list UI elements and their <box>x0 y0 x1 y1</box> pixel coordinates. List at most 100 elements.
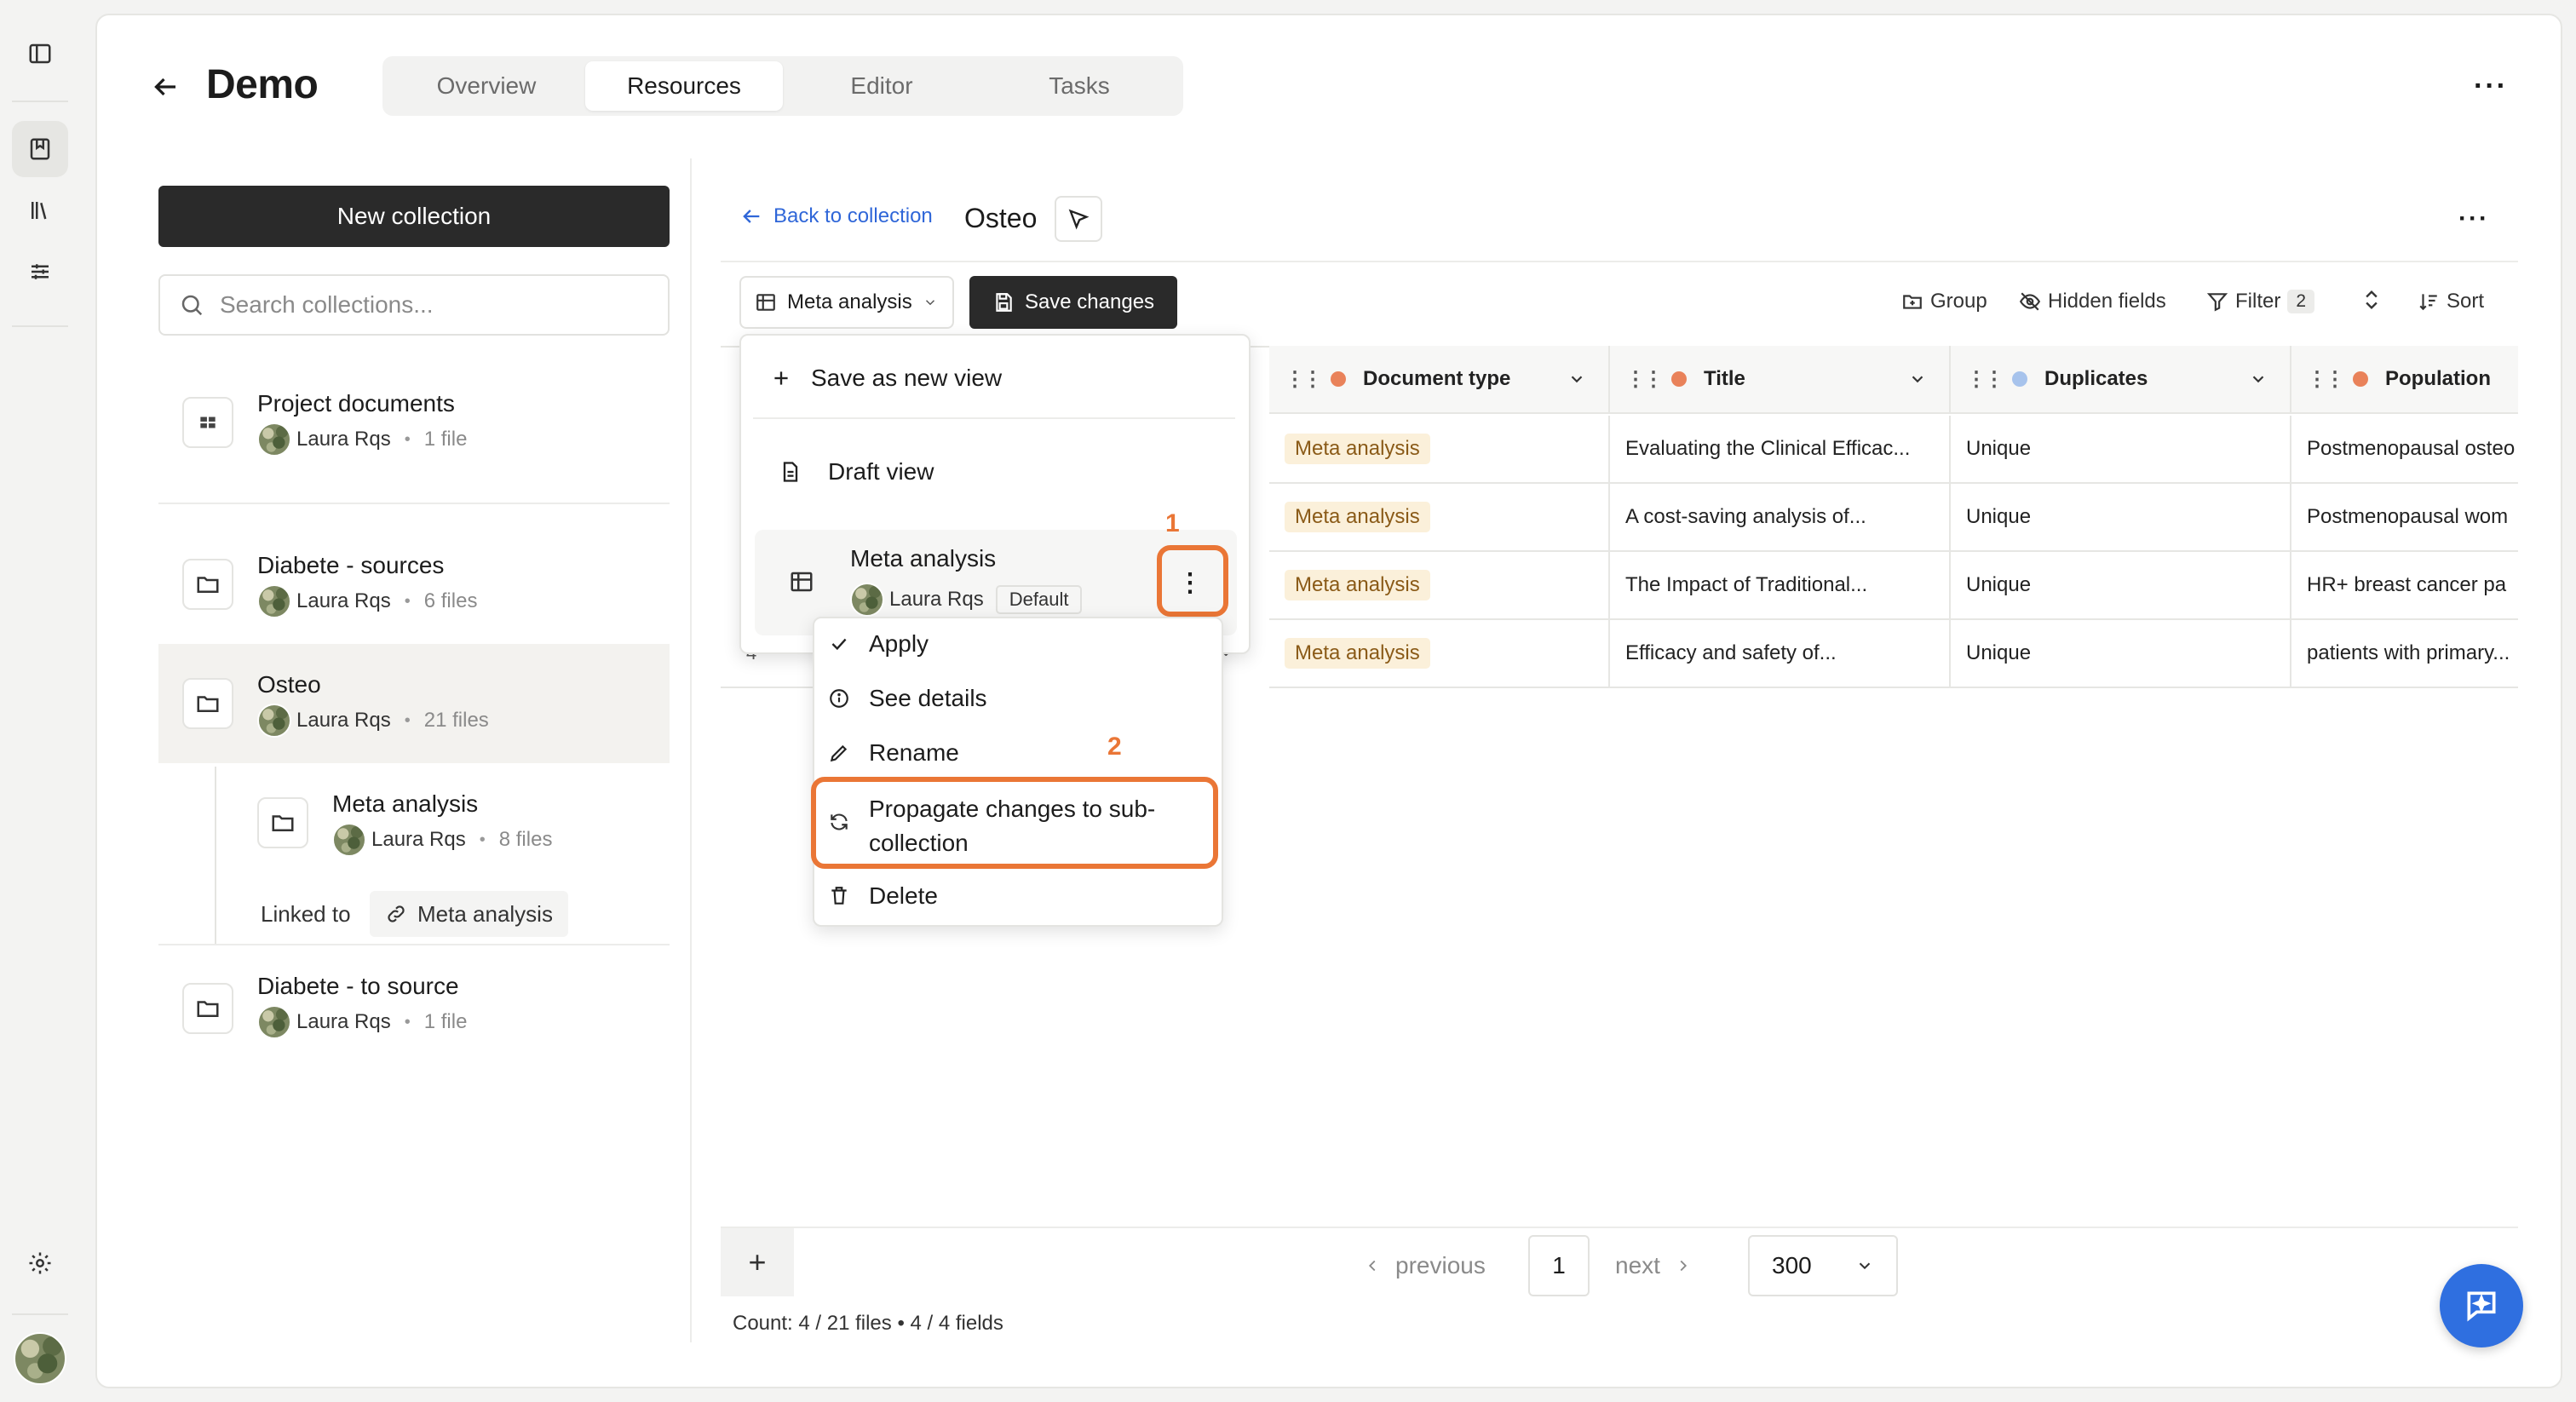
column-color-dot <box>1671 371 1687 387</box>
cell-duplicates[interactable]: Unique <box>1951 620 2291 688</box>
previous-page-button[interactable]: previous <box>1363 1252 1486 1279</box>
search-collections[interactable]: Search collections... <box>158 274 670 336</box>
linked-collection-chip[interactable]: Meta analysis <box>370 891 568 937</box>
see-details-item[interactable]: See details <box>828 685 987 712</box>
column-header-population[interactable]: ⋮⋮ Population <box>2291 346 2518 414</box>
back-arrow-icon[interactable] <box>150 72 181 102</box>
panel-divider <box>690 158 692 1342</box>
collection-diabete-sources[interactable]: Diabete - sources Laura Rqs • 6 files <box>158 537 670 639</box>
user-avatar[interactable] <box>14 1332 66 1385</box>
more-options-icon[interactable]: ··· <box>2474 70 2508 103</box>
cell-document-type[interactable]: Meta analysis <box>1269 620 1610 688</box>
column-header-title[interactable]: ⋮⋮ Title <box>1610 346 1951 414</box>
delete-item[interactable]: Delete <box>828 882 938 910</box>
cell-title[interactable]: The Impact of Traditional... <box>1610 552 1951 620</box>
folder-icon <box>182 983 233 1034</box>
cell-document-type[interactable]: Meta analysis <box>1269 484 1610 552</box>
add-row-button[interactable]: + <box>721 1228 794 1296</box>
tab-tasks[interactable]: Tasks <box>980 61 1178 111</box>
collection-title: Osteo <box>964 203 1038 233</box>
tab-editor[interactable]: Editor <box>783 61 980 111</box>
trash-icon <box>828 885 862 907</box>
search-placeholder: Search collections... <box>220 291 434 318</box>
save-as-new-view-item[interactable]: Save as new view <box>770 365 1002 392</box>
cell-title[interactable]: A cost-saving analysis of... <box>1610 484 1951 552</box>
sort-button[interactable]: Sort <box>2418 290 2484 313</box>
tab-resources[interactable]: Resources <box>585 61 783 111</box>
folder-icon <box>182 678 233 729</box>
collection-meta: Laura Rqs • 8 files <box>332 823 552 857</box>
gear-icon[interactable] <box>12 1235 68 1291</box>
filter-icon <box>2206 290 2228 313</box>
avatar <box>332 823 366 857</box>
annotation-box-2 <box>811 777 1218 869</box>
library-nav-icon[interactable] <box>12 182 68 238</box>
filter-button[interactable]: Filter 2 <box>2206 290 2315 313</box>
group-button[interactable]: Group <box>1901 290 1987 313</box>
cell-document-type[interactable]: Meta analysis <box>1269 552 1610 620</box>
collection-osteo[interactable]: Osteo Laura Rqs • 21 files <box>158 656 670 758</box>
view-name: Meta analysis <box>850 545 997 572</box>
next-page-button[interactable]: next <box>1615 1252 1693 1279</box>
draft-view-item[interactable]: Draft view <box>779 458 934 486</box>
rename-item[interactable]: Rename <box>828 739 959 767</box>
default-badge: Default <box>995 585 1083 614</box>
document-type-tag: Meta analysis <box>1285 570 1430 600</box>
tab-overview[interactable]: Overview <box>388 61 585 111</box>
collection-project-documents[interactable]: Project documents Laura Rqs • 1 file <box>158 375 670 503</box>
page-size-select[interactable]: 300 <box>1748 1235 1898 1296</box>
apply-item[interactable]: Apply <box>828 630 929 658</box>
sub-collection-meta-analysis[interactable]: Meta analysis Laura Rqs • 8 files <box>232 775 670 877</box>
column-header-document-type[interactable]: ⋮⋮ Document type <box>1269 346 1610 414</box>
annotation-number-1: 1 <box>1165 509 1180 537</box>
check-icon <box>828 633 862 655</box>
sidebar-toggle-icon[interactable] <box>12 26 68 82</box>
link-icon <box>385 903 407 925</box>
collection-meta: Laura Rqs • 6 files <box>257 584 477 618</box>
folder-icon <box>257 797 308 848</box>
view-select[interactable]: Meta analysis <box>739 276 954 329</box>
table-icon <box>789 569 814 595</box>
expand-rows-icon[interactable] <box>2360 288 2383 312</box>
chevron-right-icon <box>1674 1256 1693 1275</box>
cell-duplicates[interactable]: Unique <box>1951 484 2291 552</box>
cell-document-type[interactable]: Meta analysis <box>1269 416 1610 484</box>
navigate-icon[interactable] <box>1055 196 1102 242</box>
panel-more-icon[interactable]: ··· <box>2458 204 2489 233</box>
cell-duplicates[interactable]: Unique <box>1951 552 2291 620</box>
collection-name: Diabete - to source <box>257 973 459 999</box>
chevron-down-icon <box>1567 370 1586 388</box>
new-collection-button[interactable]: New collection <box>158 186 670 247</box>
settings-sliders-icon[interactable] <box>12 244 68 300</box>
cell-population[interactable]: Postmenopausal wom <box>2291 484 2518 552</box>
table-icon <box>755 291 777 313</box>
resources-nav-icon[interactable] <box>12 121 68 177</box>
view-owner: Laura Rqs Default <box>850 583 1083 617</box>
cell-title[interactable]: Efficacy and safety of... <box>1610 620 1951 688</box>
cell-title[interactable]: Evaluating the Clinical Efficac... <box>1610 416 1951 484</box>
hidden-fields-button[interactable]: Hidden fields <box>2019 290 2166 313</box>
column-header-duplicates[interactable]: ⋮⋮ Duplicates <box>1951 346 2291 414</box>
search-icon <box>179 292 204 318</box>
cell-duplicates[interactable]: Unique <box>1951 416 2291 484</box>
folder-plus-icon <box>1901 290 1923 313</box>
view-context-menu <box>813 617 1223 927</box>
back-to-collection-link[interactable]: Back to collection <box>739 204 933 228</box>
collection-diabete-to-source[interactable]: Diabete - to source Laura Rqs • 1 file <box>158 961 670 1063</box>
count-summary: Count: 4 / 21 files • 4 / 4 fields <box>733 1312 1003 1335</box>
save-changes-button[interactable]: Save changes <box>969 276 1177 329</box>
cell-population[interactable]: Postmenopausal osteo <box>2291 416 2518 484</box>
pencil-icon <box>828 742 862 764</box>
cell-population[interactable]: patients with primary... <box>2291 620 2518 688</box>
document-type-tag: Meta analysis <box>1285 638 1430 669</box>
avatar <box>257 422 291 457</box>
info-icon <box>828 687 862 710</box>
chevron-down-icon <box>1855 1256 1874 1275</box>
chat-assistant-button[interactable] <box>2440 1264 2523 1347</box>
chevron-left-icon <box>1363 1256 1382 1275</box>
cell-population[interactable]: HR+ breast cancer pa <box>2291 552 2518 620</box>
collection-name: Osteo <box>257 671 321 698</box>
avatar <box>257 704 291 738</box>
page-number-input[interactable]: 1 <box>1528 1235 1590 1296</box>
tree-line <box>215 767 216 944</box>
